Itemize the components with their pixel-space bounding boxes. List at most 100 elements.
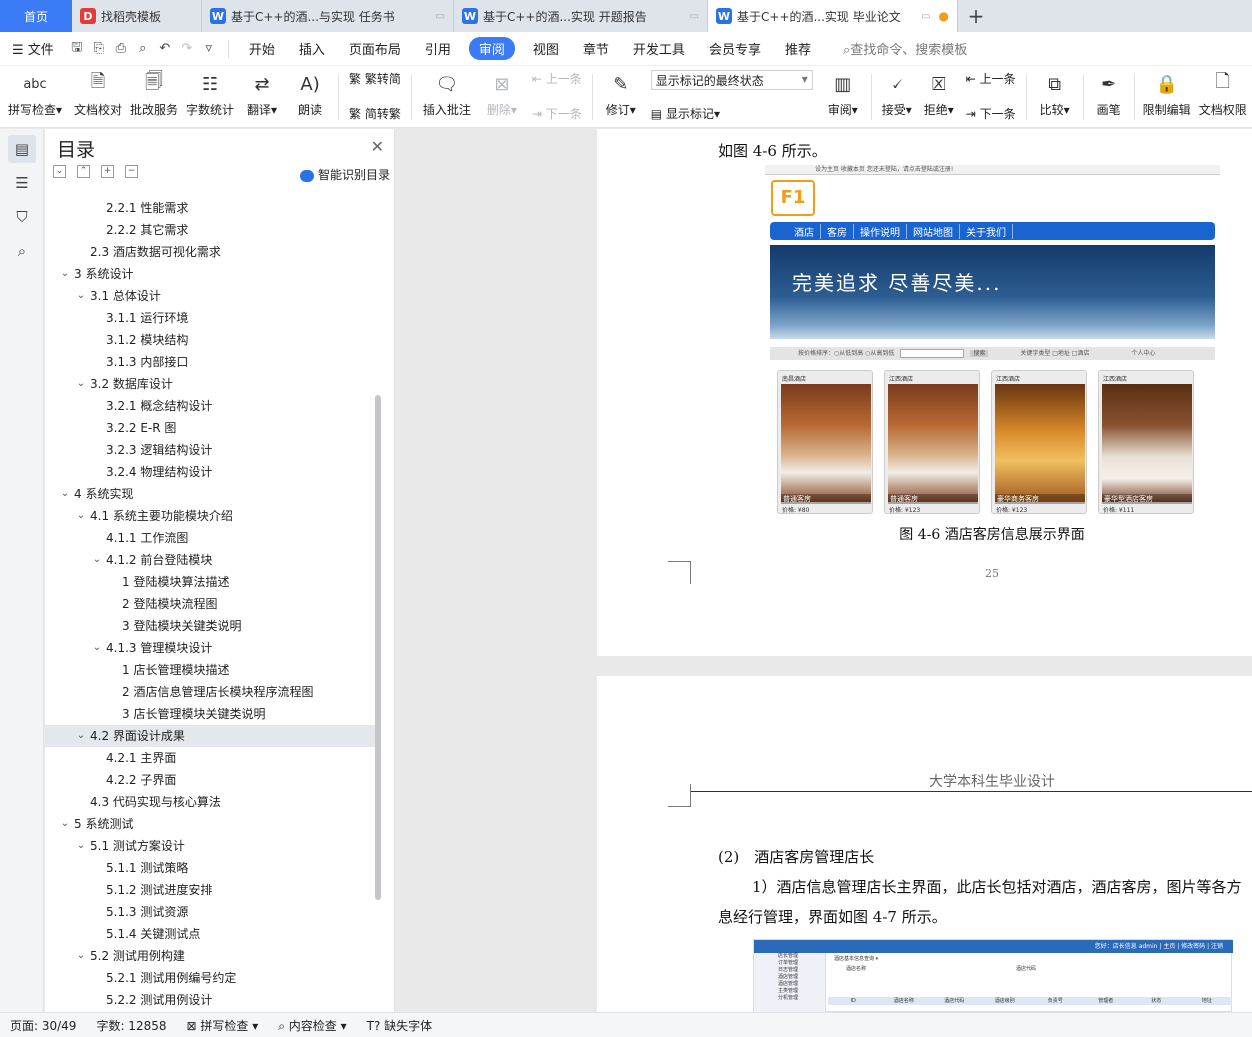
spell-check-button[interactable]: abc 拼写检查▾ bbox=[4, 70, 66, 118]
toc-item[interactable]: ⌄ 4.2 界面设计成果 bbox=[45, 725, 380, 747]
toc-item[interactable]: 5.2.1 测试用例编号约定 bbox=[45, 967, 380, 989]
prev-change-button[interactable]: ⇤ 上一条 bbox=[966, 70, 1016, 87]
tab-task-book[interactable]: W 基于C++的酒...与实现 任务书 ▭ bbox=[202, 0, 454, 32]
simp-to-trad-button[interactable]: 繁 简转繁 bbox=[349, 105, 401, 122]
toc-item[interactable]: 5.2.2 测试用例设计 bbox=[45, 989, 380, 1011]
translate-button[interactable]: ⇄ 翻译▾ bbox=[242, 70, 282, 118]
review-pane-button[interactable]: ▥ 审阅▾ bbox=[823, 70, 863, 118]
toc-scrollbar[interactable] bbox=[375, 395, 381, 900]
toc-item[interactable]: 3 店长管理模块关键类说明 bbox=[45, 703, 380, 725]
delete-comment-button[interactable]: ⊠ 删除▾ bbox=[482, 70, 522, 118]
restrict-editing-button[interactable]: 🔒 限制编辑 bbox=[1143, 70, 1191, 118]
close-icon[interactable]: ✕ bbox=[371, 137, 384, 156]
compare-button[interactable]: ⧉ 比较▾ bbox=[1035, 70, 1075, 118]
word-count[interactable]: 字数: 12858 bbox=[86, 1017, 176, 1034]
toc-item[interactable]: ⌄ 5.2 测试用例构建 bbox=[45, 945, 380, 967]
toc-item[interactable]: ⌄ 4.1.2 前台登陆模块 bbox=[45, 549, 380, 571]
menu-layout[interactable]: 页面布局 bbox=[337, 39, 413, 58]
toc-item[interactable]: 1 登陆模块算法描述 bbox=[45, 571, 380, 593]
menu-reference[interactable]: 引用 bbox=[413, 39, 463, 58]
redo-icon[interactable]: ↷ bbox=[176, 41, 198, 56]
toc-item[interactable]: 3.1.1 运行环境 bbox=[45, 307, 380, 329]
find-icon[interactable]: ⌕ bbox=[8, 237, 36, 265]
tab-proposal[interactable]: W 基于C++的酒...实现 开题报告 ▭ bbox=[454, 0, 708, 32]
menu-view[interactable]: 视图 bbox=[521, 39, 571, 58]
toc-item[interactable]: 2.2.2 其它需求 bbox=[45, 219, 380, 241]
toc-item[interactable]: ⌄ 3.2 数据库设计 bbox=[45, 373, 380, 395]
save-icon[interactable]: 🖫 bbox=[66, 38, 88, 60]
menu-review[interactable]: 审阅 bbox=[468, 37, 515, 60]
toc-item[interactable]: 4.1.1 工作流图 bbox=[45, 527, 380, 549]
collapse-up-icon[interactable]: ⌃ bbox=[77, 165, 90, 178]
markup-state-select[interactable]: 显示标记的最终状态 bbox=[650, 70, 813, 90]
status-spell-check[interactable]: ⊠ 拼写检查 ▾ bbox=[177, 1017, 269, 1034]
undo-icon[interactable]: ↶ bbox=[154, 41, 176, 56]
toc-item[interactable]: 5.1.4 关键测试点 bbox=[45, 923, 380, 945]
chevron-down-icon[interactable]: ⌄ bbox=[75, 373, 87, 395]
bookmark-icon[interactable]: ⛉ bbox=[8, 203, 36, 231]
window-icon[interactable]: ▭ bbox=[690, 11, 699, 22]
toc-item[interactable]: 3.1.2 模块结构 bbox=[45, 329, 380, 351]
chevron-down-icon[interactable]: ⌄ bbox=[91, 549, 103, 571]
new-tab-icon[interactable]: + bbox=[958, 0, 994, 32]
page-indicator[interactable]: 页面: 30/49 bbox=[0, 1017, 86, 1034]
chevron-down-icon[interactable]: ⌄ bbox=[75, 285, 87, 307]
read-aloud-button[interactable]: A) 朗读 bbox=[290, 70, 330, 118]
next-comment-button[interactable]: ⇥ 下一条 bbox=[532, 105, 582, 122]
prev-comment-button[interactable]: ⇤ 上一条 bbox=[532, 70, 582, 87]
tab-docer[interactable]: D 找稻壳模板 bbox=[72, 0, 202, 32]
expand-down-icon[interactable]: ⌄ bbox=[53, 165, 66, 178]
toc-item[interactable]: 3.1.3 内部接口 bbox=[45, 351, 380, 373]
proofread-button[interactable]: 🗎 文档校对 bbox=[74, 70, 122, 118]
window-icon[interactable]: ▭ bbox=[921, 11, 930, 22]
missing-fonts[interactable]: T? 缺失字体 bbox=[357, 1017, 443, 1034]
window-icon[interactable]: ▭ bbox=[436, 11, 445, 22]
expand-all-icon[interactable]: + bbox=[101, 165, 114, 178]
track-changes-button[interactable]: ✎ 修订▾ bbox=[601, 70, 641, 118]
chevron-down-icon[interactable]: ⌄ bbox=[75, 505, 87, 527]
menu-recommend[interactable]: 推荐 bbox=[773, 39, 823, 58]
toc-item[interactable]: 3 登陆模块关键类说明 bbox=[45, 615, 380, 637]
toc-item[interactable]: 2 登陆模块流程图 bbox=[45, 593, 380, 615]
toc-item[interactable]: ⌄ 5 系统测试 bbox=[45, 813, 380, 835]
chevron-down-icon[interactable]: ⌄ bbox=[59, 263, 71, 285]
trad-to-simp-button[interactable]: 繁 繁转简 bbox=[349, 70, 401, 87]
reject-button[interactable]: 🗵 拒绝▾ bbox=[922, 70, 956, 118]
insert-comment-button[interactable]: 🗨 插入批注 bbox=[420, 70, 474, 118]
toc-item[interactable]: 3.2.1 概念结构设计 bbox=[45, 395, 380, 417]
batch-service-button[interactable]: 🗐 批改服务 bbox=[130, 70, 178, 118]
document-permission-button[interactable]: 🗋 文档权限 bbox=[1199, 70, 1247, 118]
chevron-down-icon[interactable]: ⌄ bbox=[59, 813, 71, 835]
chevron-down-icon[interactable]: ⌄ bbox=[91, 637, 103, 659]
word-count-button[interactable]: ☷ 字数统计 bbox=[186, 70, 234, 118]
tab-home[interactable]: 首页 bbox=[0, 0, 72, 32]
chevron-down-icon[interactable]: ⌄ bbox=[75, 945, 87, 967]
toc-panel-icon[interactable]: ▤ bbox=[8, 135, 36, 163]
accept-button[interactable]: 🗸 接受▾ bbox=[880, 70, 914, 118]
tab-thesis[interactable]: W 基于C++的酒...实现 毕业论文 ▭ ● bbox=[708, 0, 958, 32]
show-markup-button[interactable]: ▤ 显示标记▾ bbox=[651, 105, 813, 122]
menu-insert[interactable]: 插入 bbox=[287, 39, 337, 58]
toc-item[interactable]: 2.3 酒店数据可视化需求 bbox=[45, 241, 380, 263]
toc-item[interactable]: 1 店长管理模块描述 bbox=[45, 659, 380, 681]
toc-item[interactable]: ⌄ 4 系统实现 bbox=[45, 483, 380, 505]
chevron-down-icon[interactable]: ⌄ bbox=[75, 835, 87, 857]
menu-start[interactable]: 开始 bbox=[237, 39, 287, 58]
toc-item[interactable]: 5.1.2 测试进度安排 bbox=[45, 879, 380, 901]
next-change-button[interactable]: ⇥ 下一条 bbox=[966, 105, 1016, 122]
toc-item[interactable]: 2 酒店信息管理店长模块程序流程图 bbox=[45, 681, 380, 703]
toc-item[interactable]: 4.3 代码实现与核心算法 bbox=[45, 791, 380, 813]
more-icon[interactable]: ▿ bbox=[198, 41, 220, 56]
export-icon[interactable]: ⎘ bbox=[88, 41, 110, 56]
toc-item[interactable]: ⌄ 5.1 测试方案设计 bbox=[45, 835, 380, 857]
toc-item[interactable]: ⌄ 3 系统设计 bbox=[45, 263, 380, 285]
toc-item[interactable]: 5.1.3 测试资源 bbox=[45, 901, 380, 923]
collapse-all-icon[interactable]: − bbox=[125, 165, 138, 178]
menu-section[interactable]: 章节 bbox=[571, 39, 621, 58]
chevron-down-icon[interactable]: ⌄ bbox=[59, 483, 71, 505]
print-icon[interactable]: ⎙ bbox=[110, 41, 132, 56]
menu-devtools[interactable]: 开发工具 bbox=[621, 39, 697, 58]
file-menu[interactable]: ☰ 文件 bbox=[0, 39, 66, 58]
toc-item[interactable]: 2.2.1 性能需求 bbox=[45, 197, 380, 219]
chevron-down-icon[interactable]: ⌄ bbox=[75, 725, 87, 747]
